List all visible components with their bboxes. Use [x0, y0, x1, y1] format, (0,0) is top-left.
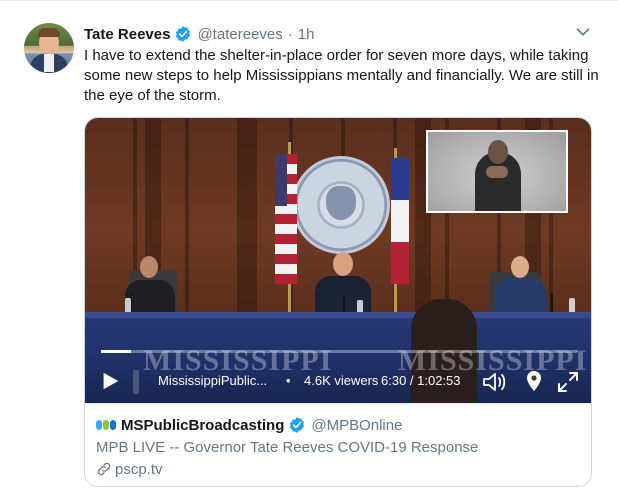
video-progress-fill — [101, 350, 131, 353]
video-progress-bar[interactable] — [101, 350, 577, 353]
state-flag — [391, 158, 409, 284]
link-account: MSPublicBroadcasting @MPBOnline — [121, 415, 402, 435]
header-separator: · — [287, 25, 293, 43]
chevron-down-icon[interactable] — [572, 21, 594, 43]
state-seal — [292, 156, 390, 254]
tweet-text: I have to extend the shelter-in-place or… — [84, 47, 599, 104]
sign-language-interpreter — [426, 130, 568, 213]
verified-badge-icon — [176, 26, 191, 42]
viewer-count: 4.6K viewers — [304, 373, 379, 388]
link-account-handle[interactable]: @MPBOnline — [311, 417, 402, 434]
mpb-logo-icon — [96, 418, 116, 432]
volume-icon[interactable] — [481, 370, 507, 394]
video-source[interactable]: MississippiPublic... — [158, 373, 267, 388]
author-handle[interactable]: @tatereeves — [197, 26, 282, 43]
link-account-name[interactable]: MSPublicBroadcasting — [121, 417, 284, 434]
link-title[interactable]: MPB LIVE -- Governor Tate Reeves COVID-1… — [96, 439, 478, 456]
link-preview[interactable]: MSPublicBroadcasting @MPBOnline MPB LIVE… — [85, 403, 591, 486]
controls-separator: • — [286, 373, 291, 388]
source-separator — [133, 370, 139, 394]
us-flag — [275, 154, 297, 284]
fullscreen-icon[interactable] — [556, 370, 580, 394]
tweet-header: Tate Reeves @tatereeves · 1h — [84, 24, 314, 44]
video-controls: MississippiPublic... • 4.6K viewers 6:30… — [85, 366, 591, 398]
location-pin-icon[interactable] — [522, 369, 546, 393]
link-url[interactable]: pscp.tv — [96, 459, 163, 479]
tweet[interactable]: Tate Reeves @tatereeves · 1h I have to e… — [0, 0, 618, 493]
link-url-text: pscp.tv — [115, 460, 163, 478]
play-icon[interactable] — [99, 370, 121, 392]
link-icon — [97, 462, 111, 476]
verified-badge-icon — [290, 417, 305, 433]
avatar[interactable] — [24, 23, 74, 73]
tweet-time[interactable]: 1h — [298, 26, 315, 43]
video-time: 6:30 / 1:02:53 — [381, 373, 461, 388]
media-card[interactable]: MISSISSIPPI MISSISSIPPI MississippiPubli… — [84, 117, 592, 487]
video-player[interactable]: MISSISSIPPI MISSISSIPPI MississippiPubli… — [85, 118, 591, 403]
author-name[interactable]: Tate Reeves — [84, 26, 170, 43]
